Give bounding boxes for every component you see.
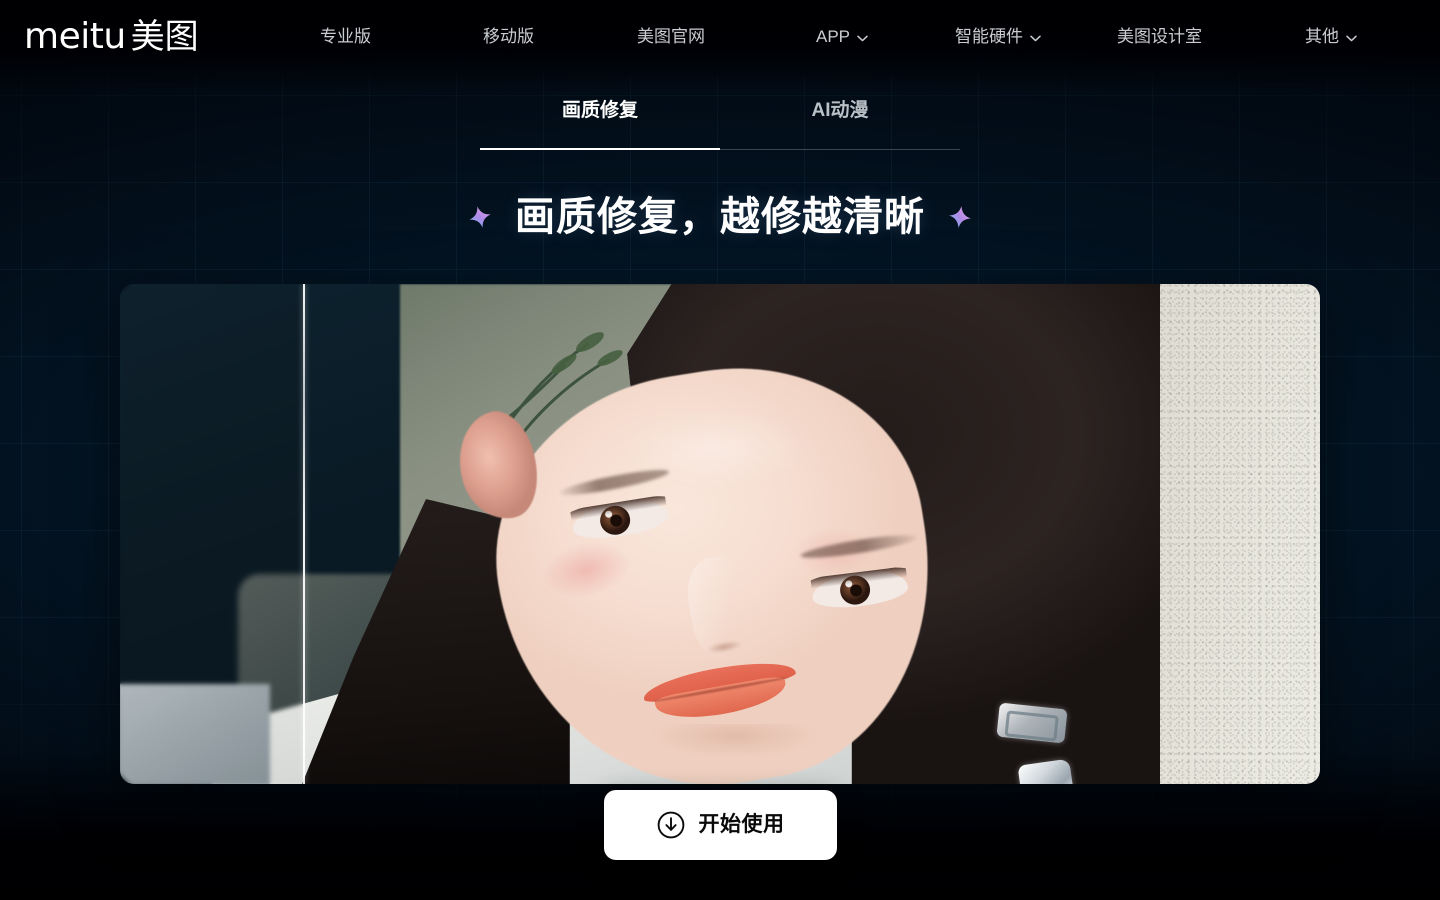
sparkle-icon	[948, 205, 973, 230]
nav-item-label: 智能硬件	[955, 27, 1023, 46]
tab-underline-active	[480, 148, 720, 150]
page-title: 画质修复，越修越清晰	[515, 195, 925, 239]
meitu-landing-page: meitu 美图 专业版 移动版 美图官网 APP 智能硬件 美图设计室 其他 …	[0, 0, 1440, 900]
download-circle-icon	[657, 811, 685, 839]
tab-label: AI动漫	[811, 100, 869, 121]
tab-image-restoration[interactable]: 画质修复	[480, 98, 720, 150]
nav-item-label: APP	[816, 27, 851, 46]
feature-tabs: 画质修复 AI动漫	[480, 98, 960, 150]
chevron-down-icon	[1030, 35, 1041, 42]
tab-label: 画质修复	[561, 100, 638, 121]
start-using-label: 开始使用	[698, 813, 785, 836]
chevron-down-icon	[1346, 35, 1357, 42]
nav-item-mobile[interactable]: 移动版	[483, 26, 534, 48]
tab-ai-anime[interactable]: AI动漫	[720, 98, 960, 150]
main-navigation: 专业版 移动版 美图官网 APP 智能硬件 美图设计室 其他	[300, 0, 1420, 74]
nav-item-official-site[interactable]: 美图官网	[637, 26, 705, 48]
tab-underline-inactive	[720, 149, 960, 150]
nav-item-label: 其他	[1305, 27, 1339, 46]
sparkle-icon	[467, 204, 494, 231]
nav-item-label: 美图官网	[637, 27, 705, 46]
nav-item-smart-hardware[interactable]: 智能硬件	[955, 26, 1041, 48]
nav-item-professional[interactable]: 专业版	[320, 26, 371, 48]
before-after-image-comparison[interactable]	[120, 284, 1320, 784]
comparison-slider-handle[interactable]	[303, 284, 305, 784]
hero-headline: 画质修复，越修越清晰	[0, 188, 1440, 246]
site-header: meitu 美图 专业版 移动版 美图官网 APP 智能硬件 美图设计室 其他	[0, 0, 1440, 74]
comparison-photo	[120, 284, 1320, 784]
nav-item-others[interactable]: 其他	[1305, 26, 1357, 48]
photo-hair-clip-upper	[996, 702, 1068, 744]
logo-chinese-text: 美图	[130, 18, 199, 56]
nav-item-label: 移动版	[483, 27, 534, 46]
photo-forehead-highlight	[590, 404, 840, 514]
nav-item-app[interactable]: APP	[816, 26, 868, 48]
nav-item-design-studio[interactable]: 美图设计室	[1117, 26, 1202, 48]
comparison-before-blur-overlay	[120, 284, 303, 784]
photo-chin-shadow	[620, 724, 850, 784]
logo-latin-text: meitu	[24, 16, 126, 57]
start-using-button[interactable]: 开始使用	[604, 790, 837, 860]
meitu-logo[interactable]: meitu 美图	[24, 17, 199, 57]
nav-item-label: 美图设计室	[1117, 27, 1202, 46]
nav-item-label: 专业版	[320, 27, 371, 46]
chevron-down-icon	[857, 35, 868, 42]
